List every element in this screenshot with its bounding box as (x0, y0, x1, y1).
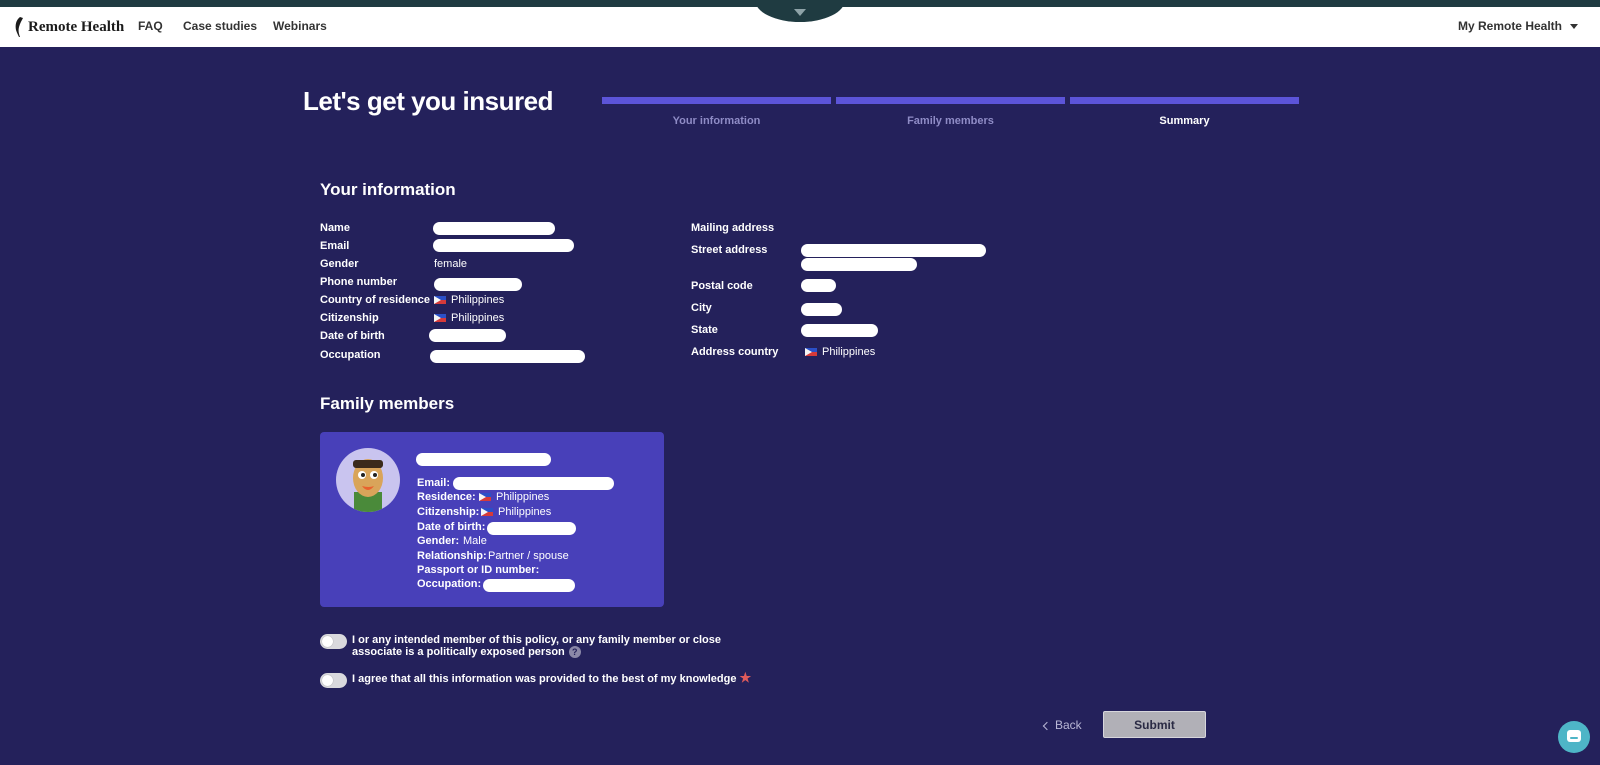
submit-button[interactable]: Submit (1103, 711, 1206, 738)
chat-icon (1567, 730, 1581, 742)
state-label: State (691, 324, 718, 336)
ph-flag-icon (481, 508, 493, 516)
name-label: Name (320, 222, 350, 234)
step-your-information: Your information (602, 97, 831, 127)
country-name: Philippines (496, 491, 550, 503)
agree-toggle[interactable] (320, 673, 347, 688)
pep-text: I or any intended member of this policy,… (352, 634, 722, 659)
postal-code-redacted (801, 279, 836, 292)
pep-toggle[interactable] (320, 634, 347, 649)
name-redacted (433, 222, 555, 235)
pep-text-line1: I or any intended member of this policy,… (352, 634, 722, 646)
phone-label: Phone number (320, 276, 398, 288)
mailing-address-label: Mailing address (691, 222, 775, 234)
address-country-value: Philippines (805, 346, 875, 358)
step-bar (836, 97, 1065, 104)
city-redacted (801, 303, 842, 316)
member-relationship-label: Relationship: (417, 550, 487, 562)
chevron-down-icon (794, 9, 806, 16)
country-of-residence-value: Philippines (434, 294, 504, 306)
nav-link-faq[interactable]: FAQ (138, 19, 163, 33)
family-member-card: Email: Residence: Philippines Citizenshi… (320, 432, 664, 607)
street-address-redacted (801, 244, 986, 257)
occupation-label: Occupation (320, 349, 381, 361)
nav-link-case-studies[interactable]: Case studies (183, 19, 257, 33)
step-family-members: Family members (836, 97, 1065, 127)
nav-link-webinars[interactable]: Webinars (273, 19, 327, 33)
member-relationship-value: Partner / spouse (488, 550, 569, 562)
ph-flag-icon (805, 348, 817, 356)
family-members-title: Family members (320, 394, 455, 413)
country-name: Philippines (498, 506, 552, 518)
member-gender-label: Gender: (417, 535, 460, 547)
member-email-redacted (453, 477, 614, 490)
country-of-residence-label: Country of residence (320, 294, 431, 306)
country-name: Philippines (451, 312, 505, 324)
your-information-title: Your information (320, 180, 456, 199)
back-button[interactable]: Back (1042, 718, 1082, 732)
help-icon[interactable]: ? (568, 646, 581, 659)
step-summary: Summary (1070, 97, 1299, 127)
account-menu-label: My Remote Health (1457, 19, 1562, 33)
member-name-redacted (416, 453, 551, 466)
state-redacted (801, 324, 878, 337)
dob-redacted (429, 329, 506, 342)
member-citizenship-label: Citizenship: (417, 506, 480, 518)
avatar-character-icon (353, 459, 383, 512)
step-label: Family members (907, 115, 994, 127)
required-star-icon: ★ (739, 670, 752, 685)
step-bar (602, 97, 831, 104)
step-label: Summary (1159, 115, 1210, 127)
chevron-left-icon (1042, 721, 1052, 731)
member-gender-value: Male (463, 535, 487, 547)
member-passport-label: Passport or ID number: (417, 564, 540, 576)
feather-logo-icon (15, 17, 23, 37)
agree-label: I agree that all this information was pr… (352, 673, 737, 685)
member-email-label: Email: (417, 477, 451, 489)
country-name: Philippines (451, 294, 505, 306)
member-dob-label: Date of birth: (417, 521, 486, 533)
avatar (336, 448, 400, 512)
email-label: Email (320, 240, 350, 252)
member-occupation-redacted (483, 579, 575, 592)
gender-label: Gender (320, 258, 359, 270)
member-residence-value: Philippines (479, 491, 549, 503)
street-address-label: Street address (691, 244, 768, 256)
account-menu[interactable]: My Remote Health (1458, 19, 1578, 33)
postal-code-label: Postal code (691, 280, 753, 292)
agree-text: I agree that all this information was pr… (352, 670, 752, 685)
member-dob-redacted (487, 522, 576, 535)
brand-name: Remote Health (28, 18, 125, 35)
gender-value: female (434, 258, 468, 270)
back-label: Back (1055, 718, 1082, 732)
step-bar (1070, 97, 1299, 104)
city-label: City (691, 302, 712, 314)
phone-redacted (434, 278, 522, 291)
member-citizenship-value: Philippines (481, 506, 551, 518)
occupation-redacted (430, 350, 585, 363)
pep-text-line2-wrap: associate is a politically exposed perso… (352, 646, 721, 659)
ph-flag-icon (434, 296, 446, 304)
street-address-line2-redacted (801, 258, 917, 271)
ph-flag-icon (479, 493, 491, 501)
citizenship-value: Philippines (434, 312, 504, 324)
member-occupation-label: Occupation: (417, 578, 482, 590)
pep-text-line2: associate is a politically exposed perso… (352, 646, 565, 658)
member-residence-label: Residence: (417, 491, 476, 503)
chat-launcher[interactable] (1558, 721, 1590, 753)
address-country-label: Address country (691, 346, 779, 358)
country-name: Philippines (822, 346, 876, 358)
caret-down-icon (1570, 24, 1578, 30)
ph-flag-icon (434, 314, 446, 322)
brand-logo[interactable]: Remote Health (14, 16, 124, 38)
page-title: Let's get you insured (303, 86, 553, 116)
citizenship-label: Citizenship (320, 312, 379, 324)
step-label: Your information (672, 115, 761, 127)
email-redacted (433, 239, 574, 252)
dob-label: Date of birth (320, 330, 385, 342)
